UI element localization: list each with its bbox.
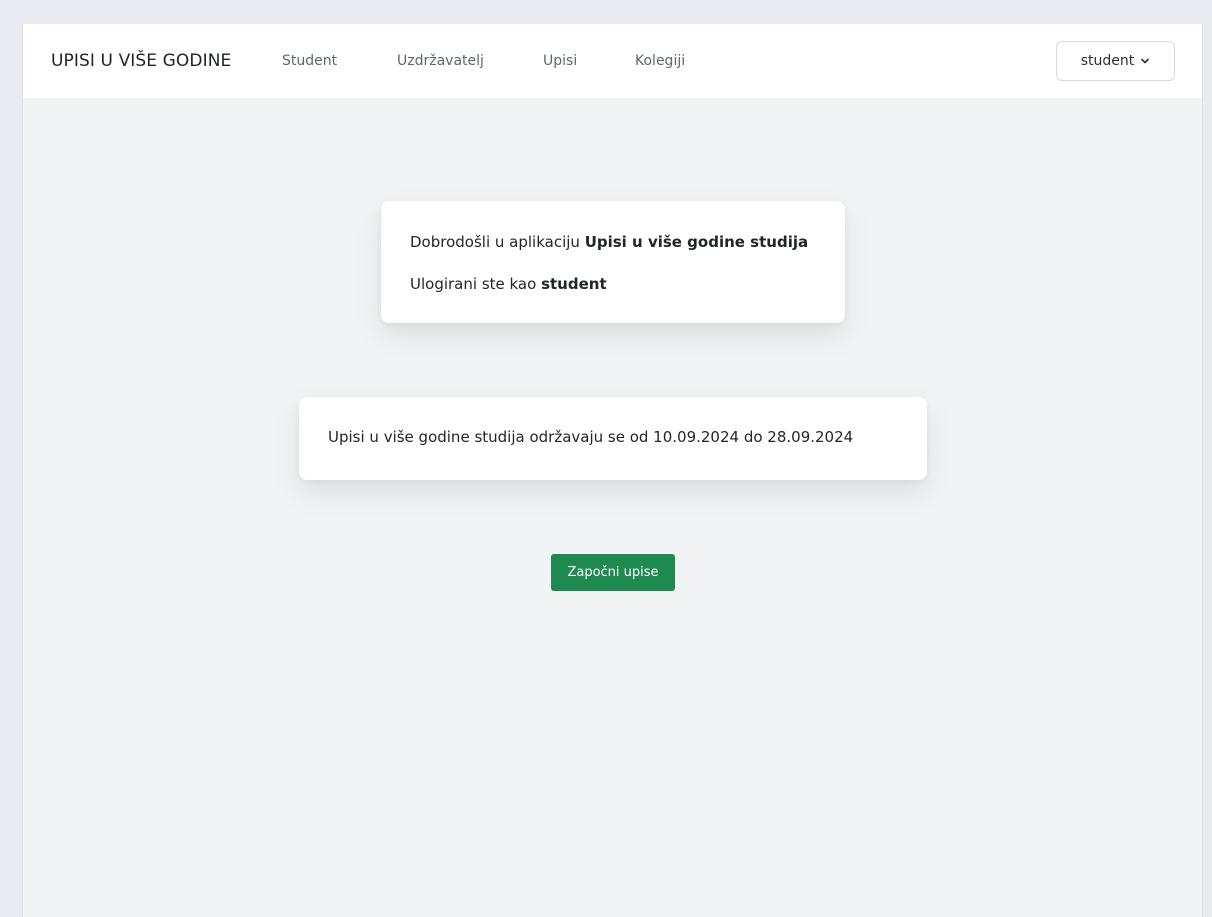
nav-link-upisi[interactable]: Upisi xyxy=(543,53,577,69)
browser-frame: UPISI U VIŠE GODINE Student Uzdržavatelj… xyxy=(7,7,1204,917)
nav-link-uzdrzavatelj[interactable]: Uzdržavatelj xyxy=(397,53,484,69)
welcome-text: Dobrodošli u aplikaciju xyxy=(410,233,585,251)
app-name-text: Upisi u više godine studija xyxy=(584,233,809,251)
top-navbar: UPISI U VIŠE GODINE Student Uzdržavatelj… xyxy=(23,24,1202,98)
app-brand[interactable]: UPISI U VIŠE GODINE xyxy=(51,51,231,71)
user-role-text: student xyxy=(541,275,607,293)
nav-link-kolegiji[interactable]: Kolegiji xyxy=(635,53,685,69)
chevron-down-icon xyxy=(1141,58,1150,64)
user-menu-label: student xyxy=(1080,53,1135,69)
enrollment-dates-text: Upisi u više godine studija održavaju se… xyxy=(328,428,854,446)
welcome-card: Dobrodošli u aplikaciju Upisi u više god… xyxy=(381,201,845,323)
nav-link-student[interactable]: Student xyxy=(282,53,337,69)
enrollment-dates-card: Upisi u više godine studija održavaju se… xyxy=(299,397,927,480)
app-container: UPISI U VIŠE GODINE Student Uzdržavatelj… xyxy=(22,24,1203,917)
logged-in-text: Ulogirani ste kao xyxy=(410,275,542,293)
welcome-message: Dobrodošli u aplikaciju Upisi u više god… xyxy=(410,233,808,251)
user-menu-button[interactable]: student xyxy=(1056,41,1175,81)
start-enrollment-button[interactable]: Započni upise xyxy=(551,554,675,591)
logged-in-message: Ulogirani ste kao student xyxy=(410,275,607,293)
